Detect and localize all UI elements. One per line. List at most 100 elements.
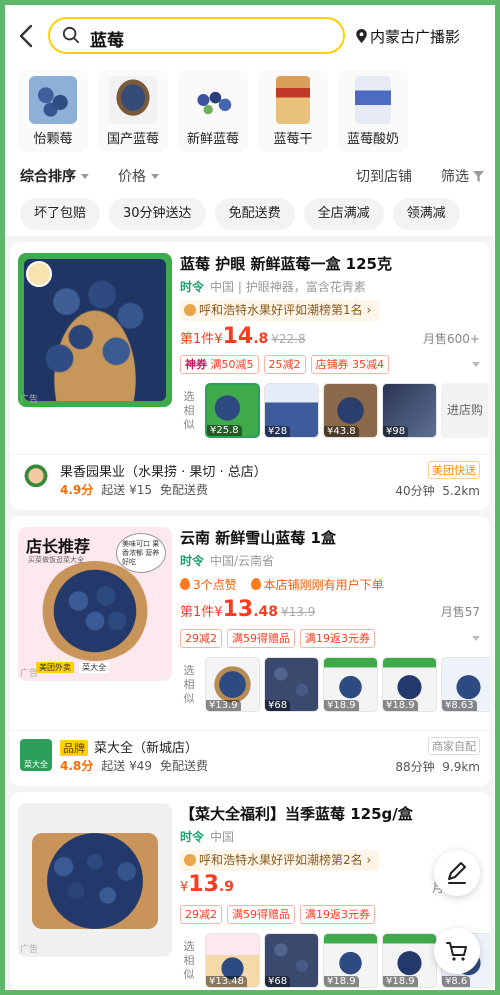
rank-badge[interactable]: 呼和浩特水果好评如潮榜第2名 ›	[180, 850, 380, 871]
location-selector[interactable]: 内蒙古广播影	[356, 26, 460, 47]
delivery-badge: 商家自配	[428, 737, 480, 755]
similar-label[interactable]: 选相似	[180, 664, 198, 706]
fire-icon	[250, 578, 261, 590]
store-name: 果香园果业（水果捞 · 果切 · 总店）	[60, 465, 267, 480]
similar-item[interactable]: ¥13.48	[205, 933, 260, 988]
product-card[interactable]: 店长推荐 买菜做饭逛菜大全 美味可口 果香浓郁 营养好吃 美团外卖 菜大全 广告…	[10, 516, 490, 786]
ad-label: 广告	[20, 395, 39, 405]
monthly-sales: 月售600+	[423, 332, 480, 346]
filter-tag[interactable]: 领满减	[392, 198, 460, 230]
hot-info: 3个点赞 本店铺刚刚有用户下单	[180, 576, 398, 593]
filter-tag[interactable]: 免配送费	[214, 198, 295, 230]
similar-item[interactable]: ¥18.9	[382, 657, 437, 712]
similar-item[interactable]: ¥28	[264, 383, 319, 438]
banner-footer-label: 菜大全	[79, 662, 110, 673]
similar-item[interactable]: ¥18.9	[323, 933, 378, 988]
similar-item[interactable]: ¥25.8	[205, 383, 260, 438]
category-item[interactable]: 新鲜蓝莓	[178, 70, 248, 152]
mascot-badge	[26, 261, 52, 287]
category-thumb	[276, 76, 310, 124]
category-label: 蓝莓酸奶	[346, 132, 399, 147]
product-title[interactable]: 【菜大全福利】当季蓝莓 125g/盒	[180, 803, 413, 824]
edit-button[interactable]	[434, 850, 480, 896]
filter-icon	[473, 171, 485, 182]
coupon-tag: 29减2	[180, 905, 222, 924]
product-price: 第1件¥13.48 ¥13.9	[180, 597, 316, 622]
coupon-tag: 满19返3元券	[300, 905, 375, 924]
similar-label[interactable]: 选相似	[180, 940, 198, 982]
similar-item[interactable]: ¥18.9	[323, 657, 378, 712]
similar-item[interactable]: ¥68	[264, 933, 319, 988]
search-query[interactable]: 蓝莓	[90, 26, 124, 51]
similar-thumbs: ¥25.8 ¥28 ¥43.8 ¥98 进店购	[205, 383, 489, 438]
switch-to-store[interactable]: 切到店铺	[356, 166, 412, 186]
store-banner: 店长推荐	[26, 537, 91, 556]
product-card[interactable]: 广告 蓝莓 护眼 新鲜蓝莓一盒 125克 时令 中国 | 护眼神器，富含花青素 呼…	[10, 242, 490, 510]
product-image[interactable]: 广告	[18, 253, 172, 407]
cart-icon	[446, 942, 467, 961]
chevron-down-icon[interactable]	[472, 636, 480, 641]
store-info: 4.8分 起送 ¥49 免配送费	[60, 759, 209, 773]
blueberry-bowl-photo	[40, 561, 150, 661]
category-label: 怡颗莓	[33, 132, 73, 147]
location-label: 内蒙古广播影	[370, 28, 461, 46]
category-thumb	[189, 76, 237, 124]
chevron-down-icon	[81, 174, 89, 179]
banner-footer-label: 美团外卖	[36, 662, 74, 673]
similar-item[interactable]: ¥13.9	[205, 657, 260, 712]
brand-badge: 品牌	[60, 740, 88, 756]
category-item[interactable]: 怡颗莓	[18, 70, 88, 152]
category-item[interactable]: 蓝莓酸奶	[338, 70, 408, 152]
sort-price[interactable]: 价格	[118, 166, 159, 186]
cart-button[interactable]	[434, 928, 480, 974]
filter-button[interactable]: 筛选	[441, 166, 485, 186]
search-bar[interactable]: 蓝莓	[48, 17, 345, 54]
product-title[interactable]: 云南 新鲜雪山蓝莓 1盒	[180, 527, 336, 548]
store-row[interactable]: 菜大全 品牌 菜大全（新城店） 4.8分 起送 ¥49 免配送费 商家自配 88分钟 …	[10, 730, 490, 778]
chevron-down-icon	[151, 174, 159, 179]
filter-tag[interactable]: 30分钟送达	[109, 198, 206, 230]
category-thumb	[109, 76, 157, 124]
store-logo	[20, 463, 52, 495]
coupon-tag: 满19返3元券	[300, 629, 375, 648]
coupon-tag: 店铺券 35减4	[310, 355, 389, 374]
delivery-time-distance: 88分钟 9.9km	[395, 760, 480, 774]
ad-label: 广告	[20, 669, 39, 679]
product-image[interactable]: 广告	[18, 803, 172, 957]
chevron-down-icon[interactable]	[472, 362, 480, 367]
product-image[interactable]: 店长推荐 买菜做饭逛菜大全 美味可口 果香浓郁 营养好吃 美团外卖 菜大全 广告	[18, 527, 172, 681]
similar-item[interactable]: ¥43.8	[323, 383, 378, 438]
category-label: 新鲜蓝莓	[186, 132, 239, 147]
category-item[interactable]: 蓝莓干	[258, 70, 328, 152]
location-pin-icon	[356, 29, 367, 43]
coupon-row: 29减2 满59得赠品 满19返3元券	[180, 629, 375, 648]
coupon-tag: 满59得赠品	[227, 629, 295, 648]
similar-label[interactable]: 选相似	[180, 390, 198, 432]
filter-tag[interactable]: 坏了包赔	[20, 198, 101, 230]
similar-item[interactable]: ¥98	[382, 383, 437, 438]
filter-tag[interactable]: 全店满减	[303, 198, 384, 230]
enter-store-button[interactable]: 进店购	[441, 383, 489, 438]
coupon-tag: 25减2	[263, 355, 306, 374]
rank-badge[interactable]: 呼和浩特水果好评如潮榜第1名 ›	[180, 300, 380, 321]
back-icon[interactable]	[16, 22, 40, 50]
product-meta: 时令 中国	[180, 830, 235, 844]
coupon-row: 29减2 满59得赠品 满19返3元券	[180, 905, 375, 924]
edit-icon	[448, 862, 466, 884]
similar-item[interactable]: ¥68	[264, 657, 319, 712]
similar-item[interactable]: ¥18.9	[382, 933, 437, 988]
banner-footer: 美团外卖 菜大全	[36, 662, 110, 673]
similar-item[interactable]: ¥8.63	[441, 657, 490, 712]
category-thumb	[355, 76, 391, 124]
product-title[interactable]: 蓝莓 护眼 新鲜蓝莓一盒 125克	[180, 253, 392, 274]
product-card[interactable]: 广告 【菜大全福利】当季蓝莓 125g/盒 时令 中国 呼和浩特水果好评如潮榜第2…	[10, 792, 490, 991]
category-item[interactable]: 国产蓝莓	[98, 70, 168, 152]
category-row: 怡颗莓 国产蓝莓 新鲜蓝莓 蓝莓干 蓝莓酸奶	[18, 70, 408, 152]
coupon-tag: 满59得赠品	[227, 905, 295, 924]
sort-comprehensive[interactable]: 综合排序	[20, 166, 89, 186]
product-meta: 时令 中国 | 护眼神器，富含花青素	[180, 280, 366, 294]
coupon-tag: 29减2	[180, 629, 222, 648]
medal-icon	[184, 304, 196, 316]
coupon-tag: 神券 满50减5	[180, 355, 259, 374]
store-row[interactable]: 果香园果业（水果捞 · 果切 · 总店） 4.9分 起送 ¥15 免配送费 美团快送…	[10, 454, 490, 502]
